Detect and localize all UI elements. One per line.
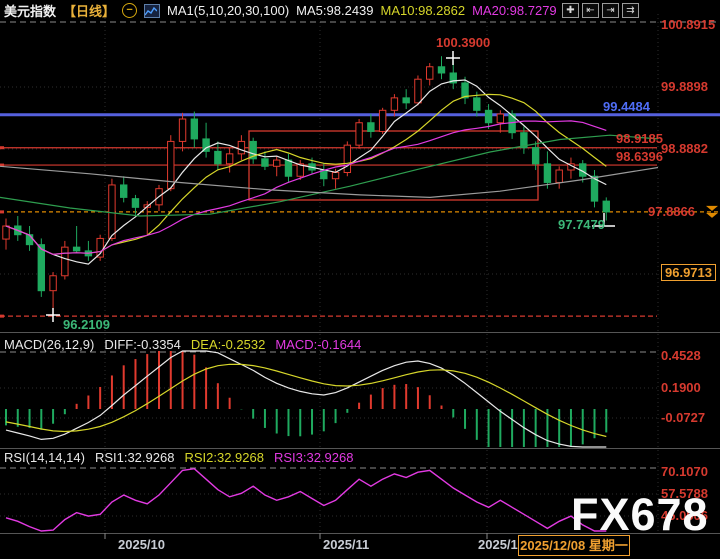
rsi-header: RSI(14,14,14) RSI1:32.9268 RSI2:32.9268 … (4, 450, 353, 465)
pan-right-icon[interactable]: ⇉ (622, 3, 639, 18)
trading-chart-app: 100.8915 99.8898 98.8882 96.9713 0.4528 0.190… (0, 0, 720, 559)
time-axis-label: 2025/1 (478, 537, 518, 552)
level-label-r1: 98.9185 (616, 131, 663, 146)
price-axis-label: 99.8898 (661, 79, 708, 94)
level-label-blue: 99.4484 (603, 99, 650, 114)
ma10-value: MA10:98.2862 (381, 3, 466, 18)
macd-diff-value: DIFF:-0.3354 (104, 337, 181, 352)
rsi3-value: RSI3:32.9268 (274, 450, 354, 465)
macd-dea-value: DEA:-0.2532 (191, 337, 265, 352)
high-price-label: 100.3900 (436, 35, 490, 50)
time-axis-label: 2025/11 (323, 537, 369, 552)
title-bar: 美元指数 【日线】 − MA1(5,10,20,30,100) MA5:98.2… (4, 1, 557, 20)
macd-axis-label: 0.1900 (661, 380, 701, 395)
ma5-value: MA5:98.2439 (296, 3, 373, 18)
rsi-title: RSI(14,14,14) (4, 450, 85, 465)
macd-title: MACD(26,12,9) (4, 337, 94, 352)
zoom-out-icon[interactable]: ⇤ (582, 3, 599, 18)
label-overlay: 100.8915 99.8898 98.8882 96.9713 0.4528 0.190… (0, 0, 720, 559)
macd-header: MACD(26,12,9) DIFF:-0.3354 DEA:-0.2532 M… (4, 337, 361, 352)
chart-toolbar: ✚⇤⇥⇉ (562, 3, 639, 18)
price-axis-label: 96.9713 (661, 264, 716, 281)
watermark-logo: FX678 (571, 491, 709, 539)
last-low-price-label: 97.7479 (558, 217, 605, 232)
price-axis-label: 100.8915 (661, 17, 715, 32)
rsi-axis-label: 70.1070 (661, 464, 708, 479)
ma-settings-label: MA1(5,10,20,30,100) (167, 3, 289, 18)
period-label: 【日线】 (63, 1, 115, 20)
zoom-in-icon[interactable]: ⇥ (602, 3, 619, 18)
macd-axis-label: 0.4528 (661, 348, 701, 363)
time-axis-label: 2025/10 (118, 537, 165, 552)
collapse-icon[interactable]: − (122, 3, 137, 18)
macd-macd-value: MACD:-0.1644 (275, 337, 361, 352)
macd-axis-label: -0.0727 (661, 410, 705, 425)
rsi1-value: RSI1:32.9268 (95, 450, 175, 465)
ma-chart-icon[interactable] (144, 4, 160, 18)
rsi2-value: RSI2:32.9268 (184, 450, 264, 465)
crosshair-icon[interactable]: ✚ (562, 3, 579, 18)
price-axis-label: 98.8882 (661, 141, 708, 156)
low-price-label: 96.2109 (63, 317, 110, 332)
symbol-name: 美元指数 (4, 1, 56, 20)
ma20-value: MA20:98.7279 (472, 3, 557, 18)
level-label-r2: 98.6396 (616, 149, 663, 164)
current-price-label: 97.8866 (648, 204, 695, 219)
